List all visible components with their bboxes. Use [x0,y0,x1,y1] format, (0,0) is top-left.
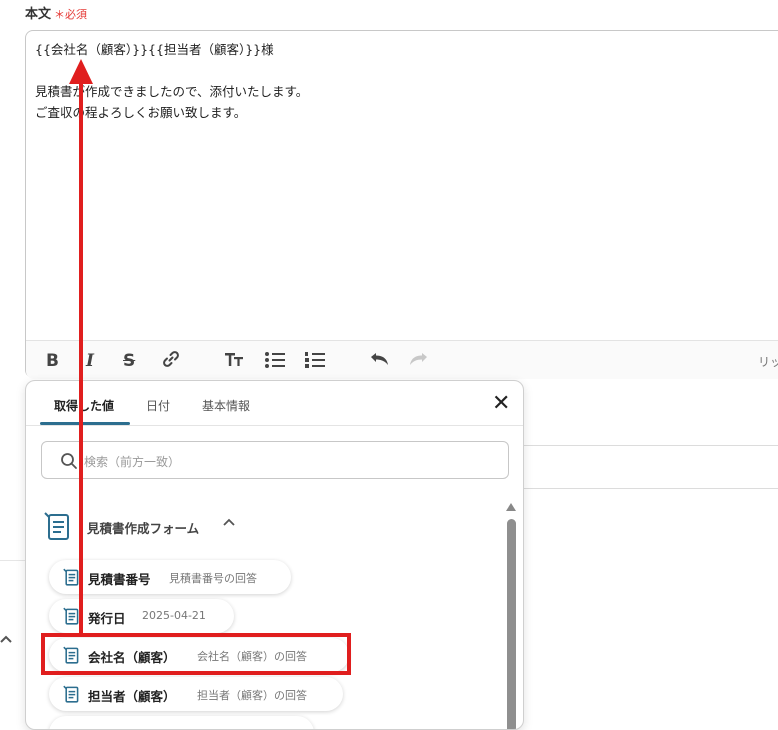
annotation-arrow [69,59,93,636]
